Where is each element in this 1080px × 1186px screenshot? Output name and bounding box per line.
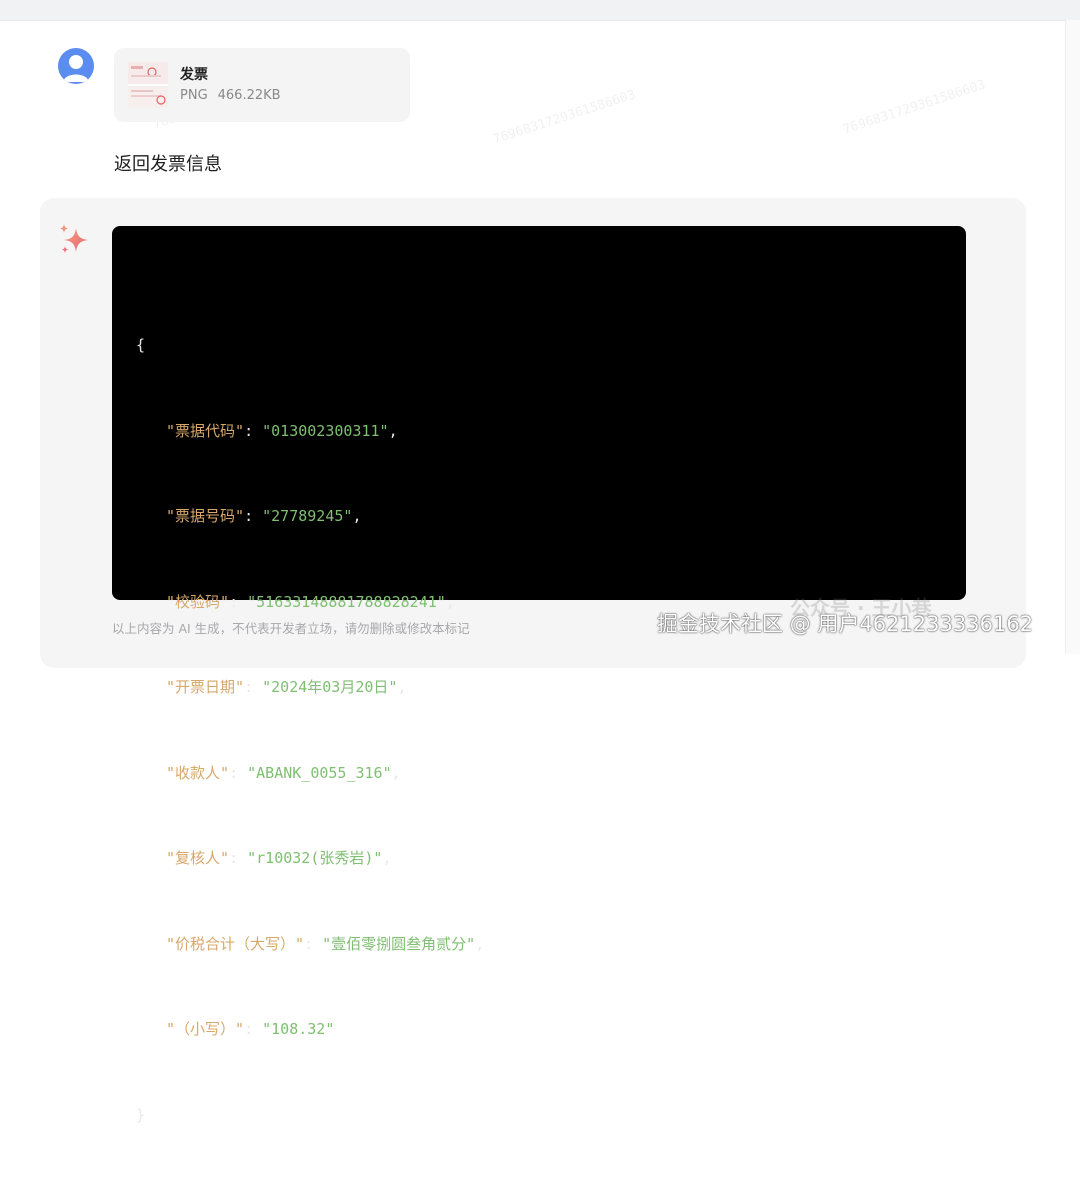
scrollbar-track[interactable]: [1065, 20, 1080, 654]
file-type: PNG: [180, 88, 208, 103]
id-watermark: 7696831729361586603: [841, 77, 988, 138]
json-code-block[interactable]: { "票据代码": "013002300311", "票据号码": "27789…: [112, 226, 966, 1124]
image-thumbnail-icon: [128, 62, 168, 108]
code-close-brace: }: [136, 1105, 146, 1124]
ai-disclaimer: 以上内容为 AI 生成，不代表开发者立场，请勿删除或修改本标记: [112, 621, 470, 636]
code-line: "校验码": "51633148881788828241",: [166, 592, 455, 611]
code-line: "票据代码": "013002300311",: [166, 421, 398, 440]
code-key: "价税合计（大写）": [166, 934, 305, 953]
code-key: "开票日期": [166, 678, 245, 696]
code-comma: ,: [388, 421, 398, 440]
code-value: "27789245": [262, 507, 353, 525]
code-value: "ABANK_0055_316": [247, 763, 392, 782]
code-value: "r10032(张秀岩)": [247, 849, 383, 867]
code-key: "票据代码": [166, 421, 245, 440]
code-comma: ,: [382, 849, 392, 867]
code-key: "票据号码": [166, 507, 245, 525]
file-size: 466.22KB: [217, 88, 281, 103]
id-watermark: 7696831729361586603: [491, 87, 638, 148]
code-line: "价税合计（大写）": "壹佰零捌圆叁角贰分",: [166, 934, 485, 953]
site-watermark: 掘金技术社区 @ 用户4621233336162: [657, 612, 1034, 636]
code-comma: ,: [445, 592, 455, 611]
top-bar: [0, 0, 1080, 21]
code-comma: ,: [475, 934, 485, 953]
code-value: "壹佰零捌圆叁角贰分": [322, 934, 476, 953]
code-comma: ,: [391, 763, 401, 782]
user-avatar-icon: [58, 48, 94, 84]
uploaded-file-card[interactable]: 发票 PNG 466.22KB: [114, 48, 410, 122]
code-key: "校验码": [166, 592, 230, 611]
sparkle-icon: [56, 222, 92, 258]
code-line: "收款人": "ABANK_0055_316",: [166, 763, 401, 782]
code-value: "51633148881788828241": [247, 592, 446, 611]
file-meta: PNG 466.22KB: [180, 88, 281, 103]
user-message: 返回发票信息: [114, 154, 222, 175]
code-comma: ,: [352, 507, 362, 525]
code-line: "开票日期": "2024年03月20日",: [166, 678, 407, 696]
file-name: 发票: [180, 67, 208, 83]
code-line: "复核人": "r10032(张秀岩)",: [166, 849, 392, 867]
code-value: "108.32": [262, 1020, 335, 1038]
code-key: "（小写）": [166, 1020, 245, 1038]
code-open-brace: {: [136, 336, 146, 354]
code-value: "013002300311": [262, 421, 389, 440]
code-key: "复核人": [166, 849, 230, 867]
code-line: "（小写）": "108.32": [166, 1020, 335, 1038]
code-line: "票据号码": "27789245",: [166, 507, 362, 525]
code-value: "2024年03月20日": [262, 678, 398, 696]
json-code: { "票据代码": "013002300311", "票据号码": "27789…: [136, 274, 484, 1186]
code-comma: ,: [397, 678, 407, 696]
code-key: "收款人": [166, 763, 230, 782]
